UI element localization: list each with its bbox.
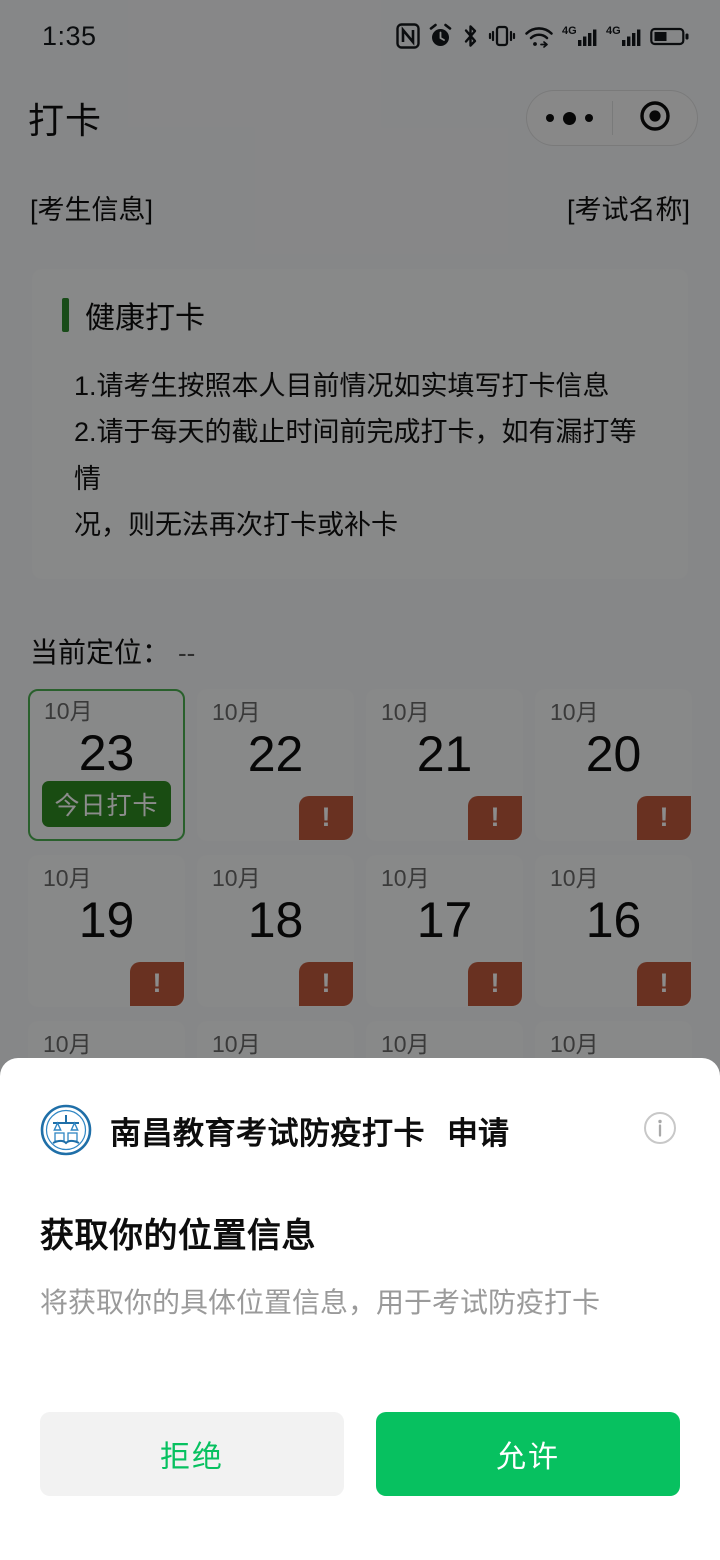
page-title: 打卡 — [28, 100, 103, 141]
health-line-2: 2.请于每天的截止时间前完成打卡，如有漏打等情 — [74, 417, 637, 494]
today-checkin-button[interactable]: 今日打卡 — [42, 780, 171, 827]
missed-warning-badge: ! — [468, 795, 522, 840]
status-time: 1:35 — [42, 20, 97, 51]
missed-warning-badge: ! — [299, 961, 353, 1006]
day-month-label: 10月 — [43, 1030, 92, 1057]
day-number: 16 — [585, 892, 642, 949]
info-icon[interactable] — [640, 1108, 680, 1153]
signal-4g-label-1: 4G — [562, 25, 577, 37]
permission-title: 获取你的位置信息 — [40, 1217, 316, 1255]
status-icon-group: 4G 4G — [396, 23, 690, 49]
day-month-label: 10月 — [550, 1030, 599, 1057]
allow-button[interactable]: 允许 — [376, 1412, 680, 1496]
day-card-22[interactable]: 10月 22 ! — [197, 688, 354, 841]
health-line-1: 1.请考生按照本人目前情况如实填写打卡信息 — [74, 371, 610, 401]
missed-warning-badge: ! — [468, 961, 522, 1006]
bluetooth-icon — [461, 23, 480, 49]
day-number: 21 — [416, 726, 473, 783]
day-month-label: 10月 — [212, 698, 261, 725]
health-title-row: 健康打卡 — [32, 293, 662, 337]
health-card-title: 健康打卡 — [85, 302, 205, 335]
capsule-close-button[interactable] — [613, 99, 698, 138]
day-card-16[interactable]: 10月 16 ! — [535, 854, 692, 1007]
signal-4g-2-icon: 4G — [606, 23, 642, 49]
health-line-3: 况，则无法再次打卡或补卡 — [74, 510, 398, 541]
permission-action-word: 申请 — [447, 1115, 509, 1151]
day-number: 23 — [78, 725, 135, 782]
day-number: 22 — [247, 726, 304, 783]
missed-warning-badge: ! — [637, 795, 691, 840]
day-number: 17 — [416, 892, 473, 949]
missed-warning-badge: ! — [637, 961, 691, 1006]
missed-warning-badge: ! — [130, 961, 184, 1006]
deny-button[interactable]: 拒绝 — [40, 1412, 344, 1496]
location-permission-dialog: 南昌教育考试防疫打卡 申请 获取你的位置信息 将获取你的具体位置信息，用于考试防… — [0, 1058, 720, 1560]
health-card-lines: 1.请考生按照本人目前情况如实填写打卡信息 2.请于每天的截止时间前完成打卡，如… — [74, 363, 662, 549]
permission-app-name: 南昌教育考试防疫打卡 — [110, 1115, 425, 1151]
vibrate-icon — [488, 23, 516, 49]
day-month-label: 10月 — [550, 698, 599, 725]
nfc-icon — [396, 23, 420, 49]
day-month-label: 10月 — [43, 864, 92, 891]
current-location-row: 当前定位： -- — [30, 631, 720, 671]
permission-action-buttons: 拒绝 允许 — [40, 1412, 680, 1496]
day-month-label: 10月 — [381, 864, 430, 891]
day-card-23[interactable]: 10月 23 今日打卡 — [28, 688, 185, 841]
day-month-label: 10月 — [381, 1030, 430, 1057]
alarm-icon — [428, 23, 453, 49]
capsule-menu-button[interactable] — [527, 111, 612, 125]
exam-header-row: [考生信息] [考试名称] — [0, 164, 720, 227]
day-number: 18 — [247, 892, 304, 949]
candidate-info-label: [考生信息] — [30, 195, 154, 225]
permission-description: 将获取你的具体位置信息，用于考试防疫打卡 — [40, 1287, 601, 1318]
day-month-label: 10月 — [550, 864, 599, 891]
signal-4g-label-2: 4G — [606, 25, 621, 37]
health-notice-card: 健康打卡 1.请考生按照本人目前情况如实填写打卡信息 2.请于每天的截止时间前完… — [32, 269, 688, 579]
day-card-18[interactable]: 10月 18 ! — [197, 854, 354, 1007]
miniprogram-capsule[interactable] — [526, 90, 698, 146]
exam-name-label: [考试名称] — [566, 195, 690, 225]
target-icon — [638, 99, 672, 138]
day-card-20[interactable]: 10月 20 ! — [535, 688, 692, 841]
battery-icon — [650, 23, 690, 49]
current-location-label: 当前定位： — [30, 636, 171, 668]
day-month-label: 10月 — [44, 697, 93, 724]
day-card-21[interactable]: 10月 21 ! — [366, 688, 523, 841]
day-number: 19 — [78, 892, 135, 949]
status-bar: 1:35 4G 4G — [0, 0, 720, 72]
day-card-19[interactable]: 10月 19 ! — [28, 854, 185, 1007]
more-dots-icon — [545, 111, 593, 125]
day-month-label: 10月 — [212, 864, 261, 891]
signal-4g-1-icon: 4G — [562, 23, 598, 49]
missed-warning-badge: ! — [299, 795, 353, 840]
accent-bar — [62, 298, 69, 332]
day-number: 20 — [585, 726, 642, 783]
current-location-value: -- — [178, 637, 196, 668]
day-card-17[interactable]: 10月 17 ! — [366, 854, 523, 1007]
exam-authority-seal-icon — [40, 1104, 92, 1156]
wifi-icon — [524, 23, 554, 49]
nav-bar: 打卡 — [0, 72, 720, 164]
day-month-label: 10月 — [381, 698, 430, 725]
permission-dialog-header: 南昌教育考试防疫打卡 申请 — [40, 1104, 680, 1156]
day-month-label: 10月 — [212, 1030, 261, 1057]
